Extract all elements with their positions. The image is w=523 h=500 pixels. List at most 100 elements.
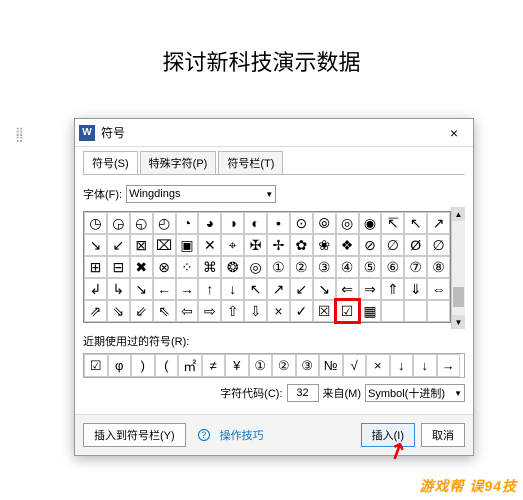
symbol-cell[interactable]: ⇔ xyxy=(427,278,450,300)
symbol-cell[interactable]: ⌘ xyxy=(198,256,221,278)
grid-scrollbar[interactable]: ▲ ▼ xyxy=(451,207,465,329)
recent-symbol-cell[interactable]: ㎡ xyxy=(178,354,202,377)
symbol-cell[interactable]: ⊙ xyxy=(290,212,313,234)
symbol-cell[interactable]: ✢ xyxy=(267,234,290,256)
symbol-cell[interactable] xyxy=(404,300,427,322)
symbol-cell[interactable]: ✓ xyxy=(290,300,313,322)
recent-symbol-cell[interactable]: ↓ xyxy=(413,354,437,377)
symbol-cell[interactable]: ↘ xyxy=(84,234,107,256)
symbol-cell[interactable]: ⑧ xyxy=(427,256,450,278)
recent-symbol-cell[interactable]: → xyxy=(437,354,461,377)
symbol-cell[interactable]: ⇑ xyxy=(381,278,404,300)
symbol-cell[interactable] xyxy=(427,300,450,322)
symbol-cell[interactable]: ② xyxy=(290,256,313,278)
symbol-cell[interactable]: ✠ xyxy=(244,234,267,256)
symbol-cell[interactable]: ⇧ xyxy=(221,300,244,322)
symbol-cell[interactable]: ☑ xyxy=(336,300,359,322)
scroll-up-icon[interactable]: ▲ xyxy=(452,207,465,221)
symbol-cell[interactable]: ⇖ xyxy=(153,300,176,322)
tab-special[interactable]: 特殊字符(P) xyxy=(140,151,217,174)
symbol-cell[interactable]: ⊠ xyxy=(130,234,153,256)
symbol-cell[interactable]: ⑤ xyxy=(359,256,382,278)
symbol-cell[interactable]: ↳ xyxy=(107,278,130,300)
symbol-cell[interactable]: ① xyxy=(267,256,290,278)
symbol-cell[interactable] xyxy=(381,300,404,322)
symbol-cell[interactable]: ↗ xyxy=(267,278,290,300)
symbol-cell[interactable]: ⇘ xyxy=(107,300,130,322)
symbol-cell[interactable]: ◐ xyxy=(244,212,267,234)
symbol-cell[interactable]: ↙ xyxy=(107,234,130,256)
symbol-cell[interactable]: ❂ xyxy=(221,256,244,278)
symbol-cell[interactable]: ▣ xyxy=(176,234,199,256)
symbol-cell[interactable]: ✖ xyxy=(130,256,153,278)
symbol-cell[interactable]: ↖ xyxy=(404,212,427,234)
symbol-cell[interactable]: ☒ xyxy=(313,300,336,322)
symbol-cell[interactable]: ◴ xyxy=(153,212,176,234)
tips-link[interactable]: 操作技巧 xyxy=(220,427,264,443)
recent-symbol-cell[interactable]: φ xyxy=(108,354,132,377)
from-select[interactable]: Symbol(十进制) ▼ xyxy=(365,384,465,402)
recent-symbol-cell[interactable]: ¥ xyxy=(225,354,249,377)
symbol-cell[interactable]: ⇐ xyxy=(336,278,359,300)
symbol-cell[interactable]: ❖ xyxy=(336,234,359,256)
symbol-cell[interactable]: ③ xyxy=(313,256,336,278)
symbol-cell[interactable]: ✕ xyxy=(198,234,221,256)
symbol-cell[interactable]: ⊟ xyxy=(107,256,130,278)
symbol-cell[interactable]: ◉ xyxy=(359,212,382,234)
symbol-cell[interactable]: ⌖ xyxy=(221,234,244,256)
recent-symbol-cell[interactable]: × xyxy=(366,354,390,377)
symbol-cell[interactable]: ↖ xyxy=(244,278,267,300)
recent-symbol-cell[interactable]: √ xyxy=(343,354,367,377)
tab-symbols[interactable]: 符号(S) xyxy=(83,151,138,174)
code-input[interactable] xyxy=(287,384,319,402)
recent-symbol-cell[interactable]: ① xyxy=(249,354,273,377)
symbol-cell[interactable]: ◎ xyxy=(244,256,267,278)
symbol-cell[interactable]: ④ xyxy=(336,256,359,278)
symbol-cell[interactable]: ⇗ xyxy=(84,300,107,322)
symbol-cell[interactable]: ◑ xyxy=(221,212,244,234)
font-select[interactable]: Wingdings ▼ xyxy=(126,185,276,203)
symbol-cell[interactable]: ⇙ xyxy=(130,300,153,322)
symbol-cell[interactable]: ⇦ xyxy=(176,300,199,322)
symbol-cell[interactable]: ❀ xyxy=(313,234,336,256)
symbol-cell[interactable]: ◕ xyxy=(198,212,221,234)
symbol-cell[interactable]: • xyxy=(267,212,290,234)
scroll-thumb[interactable] xyxy=(453,287,464,307)
recent-symbol-cell[interactable]: ≠ xyxy=(202,354,226,377)
symbol-cell[interactable]: ∅ xyxy=(427,234,450,256)
tab-toolbar[interactable]: 符号栏(T) xyxy=(218,151,283,174)
symbol-cell[interactable]: ↗ xyxy=(427,212,450,234)
symbol-cell[interactable]: ↘ xyxy=(313,278,336,300)
symbol-cell[interactable]: ↲ xyxy=(84,278,107,300)
symbol-cell[interactable]: ⑦ xyxy=(404,256,427,278)
symbol-cell[interactable]: ↓ xyxy=(221,278,244,300)
symbol-cell[interactable]: ↑ xyxy=(198,278,221,300)
recent-symbol-cell[interactable]: ) xyxy=(131,354,155,377)
symbol-cell[interactable]: × xyxy=(267,300,290,322)
symbol-cell[interactable]: ↸ xyxy=(381,212,404,234)
symbol-cell[interactable]: ◷ xyxy=(84,212,107,234)
symbol-cell[interactable]: ⑥ xyxy=(381,256,404,278)
symbol-cell[interactable]: ← xyxy=(153,278,176,300)
symbol-cell[interactable]: ⌧ xyxy=(153,234,176,256)
recent-symbol-cell[interactable]: № xyxy=(319,354,343,377)
symbol-cell[interactable]: ◵ xyxy=(130,212,153,234)
cancel-button[interactable]: 取消 xyxy=(421,423,465,447)
symbol-cell[interactable]: ⇓ xyxy=(404,278,427,300)
insert-to-toolbar-button[interactable]: 插入到符号栏(Y) xyxy=(83,423,186,447)
symbol-cell[interactable]: ⊗ xyxy=(153,256,176,278)
symbol-cell[interactable]: ∅ xyxy=(381,234,404,256)
scroll-down-icon[interactable]: ▼ xyxy=(452,315,465,329)
close-icon[interactable]: × xyxy=(439,125,469,141)
symbol-cell[interactable]: Ø xyxy=(404,234,427,256)
symbol-cell[interactable]: ⇒ xyxy=(359,278,382,300)
symbol-cell[interactable]: ⊘ xyxy=(359,234,382,256)
symbol-cell[interactable]: ⁘ xyxy=(176,256,199,278)
recent-symbol-cell[interactable]: ↓ xyxy=(390,354,414,377)
symbol-cell[interactable]: ⊞ xyxy=(84,256,107,278)
symbol-cell[interactable]: ⇨ xyxy=(198,300,221,322)
symbol-cell[interactable]: ✿ xyxy=(290,234,313,256)
recent-symbol-cell[interactable]: ③ xyxy=(296,354,320,377)
symbol-cell[interactable]: ◔ xyxy=(176,212,199,234)
symbol-cell[interactable]: ↘ xyxy=(130,278,153,300)
